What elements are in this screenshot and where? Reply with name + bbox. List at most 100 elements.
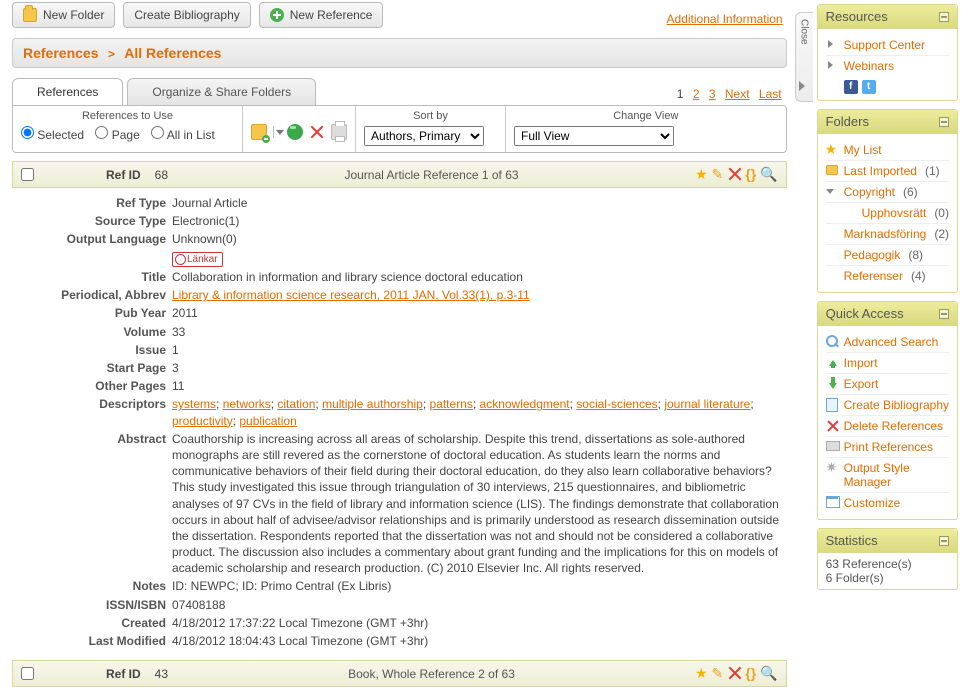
- qa-customize[interactable]: Customize: [826, 492, 949, 513]
- folder-pedagogik[interactable]: Pedagogik(8): [826, 244, 949, 265]
- window-icon: [826, 496, 840, 510]
- radio-all-in-list[interactable]: All in List: [151, 128, 215, 142]
- edit-icon[interactable]: ✎: [712, 166, 724, 183]
- descriptor-link[interactable]: systems: [172, 397, 216, 411]
- star-icon: [826, 143, 840, 157]
- folders-panel: Folders My List Last Imported(1) Copyrig…: [817, 109, 958, 293]
- descriptor-link[interactable]: publication: [239, 414, 296, 428]
- add-to-folder-icon[interactable]: [251, 124, 267, 140]
- descriptors-container: systems; networks; citation; multiple au…: [172, 396, 787, 428]
- tab-organize-share[interactable]: Organize & Share Folders: [127, 78, 316, 105]
- reference-checkbox[interactable]: [21, 667, 34, 680]
- field-label: Issue: [12, 342, 172, 358]
- radio-page[interactable]: Page: [95, 128, 139, 142]
- qa-print-references[interactable]: Print References: [826, 436, 949, 457]
- delete-row-icon[interactable]: [727, 665, 741, 679]
- cite-icon[interactable]: {}: [745, 665, 756, 682]
- descriptor-link[interactable]: productivity: [172, 414, 233, 428]
- qa-export[interactable]: Export: [826, 373, 949, 394]
- tab-references[interactable]: References: [12, 78, 123, 105]
- periodical-link[interactable]: Library & information science research, …: [172, 288, 530, 302]
- pager-last[interactable]: Last: [759, 87, 782, 101]
- field-label: Abstract: [12, 431, 172, 577]
- delete-row-icon[interactable]: [727, 166, 741, 180]
- field-label: Source Type: [12, 213, 172, 229]
- close-sidebar-tab[interactable]: Close: [795, 0, 813, 667]
- sort-by-select[interactable]: Authors, Primary: [364, 126, 484, 146]
- preview-icon[interactable]: 🔍: [760, 665, 777, 682]
- pager-next[interactable]: Next: [725, 87, 750, 101]
- twitter-icon[interactable]: t: [862, 80, 876, 94]
- collapse-icon[interactable]: [939, 536, 949, 546]
- field-label: Title: [12, 269, 172, 285]
- folder-last-imported[interactable]: Last Imported(1): [826, 160, 949, 181]
- stats-references: 63 Reference(s): [826, 557, 949, 571]
- facebook-icon[interactable]: f: [844, 80, 858, 94]
- print-icon[interactable]: [331, 124, 347, 140]
- pager: 1 2 3 Next Last: [672, 83, 787, 105]
- statistics-panel: Statistics 63 Reference(s) 6 Folder(s): [817, 528, 958, 590]
- field-label: Start Page: [12, 360, 172, 376]
- field-label: Last Modified: [12, 633, 172, 649]
- collapse-icon[interactable]: [939, 117, 949, 127]
- qa-import[interactable]: Import: [826, 352, 949, 373]
- create-bibliography-button[interactable]: Create Bibliography: [123, 2, 250, 28]
- cite-icon[interactable]: {}: [745, 166, 756, 183]
- descriptor-link[interactable]: acknowledgment: [480, 397, 570, 411]
- pager-page-3[interactable]: 3: [709, 87, 716, 101]
- refid-label: Ref ID: [106, 168, 141, 182]
- folders-title: Folders: [826, 114, 869, 129]
- qa-advanced-search[interactable]: Advanced Search: [826, 332, 949, 352]
- star-icon[interactable]: ★: [695, 166, 708, 183]
- print-icon: [826, 441, 840, 451]
- collapse-icon[interactable]: [939, 12, 949, 22]
- preview-icon[interactable]: 🔍: [760, 166, 777, 183]
- descriptor-link[interactable]: journal literature: [664, 397, 750, 411]
- pager-page-1: 1: [677, 87, 684, 101]
- reference-header-title: Book, Whole Reference 2 of 63: [176, 667, 687, 681]
- field-value-notes: ID: NEWPC; ID: Primo Central (Ex Libris): [172, 578, 787, 594]
- chevron-right-icon: [826, 59, 840, 73]
- delete-icon[interactable]: [309, 124, 325, 140]
- folder-icon: [826, 165, 838, 175]
- edit-icon[interactable]: ✎: [712, 665, 724, 682]
- radio-selected[interactable]: Selected: [21, 128, 84, 142]
- new-reference-button[interactable]: New Reference: [259, 2, 384, 28]
- breadcrumb-current[interactable]: All References: [124, 45, 221, 61]
- field-value-issn: 07408188: [172, 597, 787, 613]
- lankar-badge[interactable]: Länkar: [172, 252, 223, 268]
- folder-referenser[interactable]: Referenser(4): [826, 265, 949, 286]
- chevron-right-icon: [799, 81, 810, 91]
- breadcrumb-root[interactable]: References: [23, 45, 99, 61]
- change-view-select[interactable]: Full View: [514, 126, 674, 146]
- collapse-icon[interactable]: [939, 309, 949, 319]
- field-label-empty: [12, 250, 172, 268]
- add-to-folder-dropdown-icon[interactable]: [273, 126, 281, 138]
- field-label: Volume: [12, 324, 172, 340]
- additional-information-link[interactable]: Additional Information: [667, 12, 783, 26]
- create-bibliography-label: Create Bibliography: [134, 8, 239, 22]
- descriptor-link[interactable]: patterns: [430, 397, 473, 411]
- qa-create-bibliography[interactable]: Create Bibliography: [826, 394, 949, 415]
- descriptor-link[interactable]: citation: [277, 397, 315, 411]
- descriptor-link[interactable]: multiple authorship: [322, 397, 423, 411]
- field-label: Notes: [12, 578, 172, 594]
- descriptor-link[interactable]: networks: [223, 397, 271, 411]
- new-folder-button[interactable]: New Folder: [12, 2, 115, 28]
- document-icon: [826, 398, 840, 412]
- resources-item[interactable]: Support Center: [826, 35, 949, 55]
- globe-icon[interactable]: [287, 124, 303, 140]
- pager-page-2[interactable]: 2: [693, 87, 700, 101]
- folder-copyright[interactable]: Copyright(6): [826, 181, 949, 202]
- reference-checkbox[interactable]: [21, 168, 34, 181]
- qa-delete-references[interactable]: Delete References: [826, 415, 949, 436]
- qa-output-style-manager[interactable]: Output Style Manager: [826, 457, 949, 492]
- descriptor-link[interactable]: social-sciences: [576, 397, 657, 411]
- refid-value: 68: [155, 168, 168, 182]
- resources-item[interactable]: Webinars: [826, 55, 949, 76]
- folder-upphovsratt[interactable]: Upphovsrätt(0): [826, 202, 949, 223]
- statistics-title: Statistics: [826, 533, 878, 548]
- folder-my-list[interactable]: My List: [826, 140, 949, 160]
- folder-marknadsforing[interactable]: Marknadsföring(2): [826, 223, 949, 244]
- star-icon[interactable]: ★: [695, 665, 708, 682]
